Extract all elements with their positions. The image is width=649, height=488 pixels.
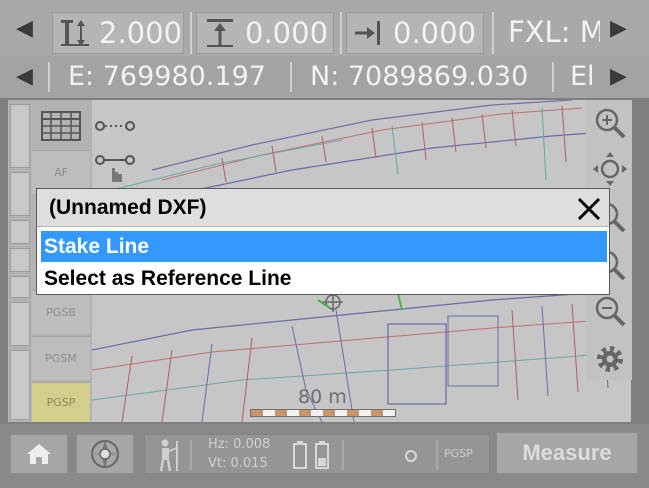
side-slot[interactable] [10, 248, 30, 272]
pgsb-button[interactable]: PGSB [32, 290, 90, 334]
dialog-header: (Unnamed DXF) [37, 189, 609, 227]
offset-value: 0.000 [245, 16, 329, 50]
divider [342, 440, 344, 470]
side-slot[interactable] [10, 104, 30, 168]
zoom-out-icon [595, 296, 626, 327]
pgsp-status: PGSP [444, 447, 473, 460]
zoom-extents-button[interactable] [588, 148, 632, 190]
battery-icon [293, 441, 329, 469]
pgsb-label: PGSB [46, 306, 76, 319]
hz-value: Hz: 0.008 [208, 437, 271, 452]
measure-label: Measure [522, 440, 612, 465]
pgsm-label: PGSM [45, 352, 77, 365]
side-slot[interactable] [10, 302, 30, 346]
zoom-extents-icon [593, 152, 627, 186]
compass-icon [91, 440, 119, 468]
chevron-right-icon[interactable]: ▶ [610, 66, 627, 88]
easting-value: E: 769980.197 [68, 61, 266, 92]
af-label: AF [54, 166, 68, 179]
grid-icon [41, 111, 81, 141]
vt-value: Vt: 0.015 [208, 456, 268, 471]
offset-field[interactable]: 0.000 [196, 12, 334, 54]
dxf-line-menu: (Unnamed DXF) Stake Line Select as Refer… [36, 188, 610, 295]
point-line-icon [95, 121, 135, 131]
point-line-button[interactable] [94, 112, 138, 140]
status-dot [405, 450, 417, 462]
home-button[interactable] [10, 434, 68, 474]
divider [436, 440, 438, 470]
select-line-button[interactable] [94, 148, 138, 188]
divider [190, 440, 192, 470]
home-icon [27, 444, 51, 464]
menu-item-select-reference-line[interactable]: Select as Reference Line [41, 263, 607, 294]
zoom-in-icon [595, 108, 626, 139]
divider [552, 62, 554, 92]
height-value: 2.000 [99, 16, 183, 50]
gear-icon [597, 346, 623, 372]
shift-icon [355, 21, 380, 45]
scale-label: 80 m [298, 386, 347, 408]
elevation-value: El [570, 61, 595, 92]
height-field[interactable]: 2.000 [52, 12, 184, 54]
surveyor-icon [159, 439, 178, 472]
offset-icon [207, 19, 233, 47]
compass-button[interactable] [76, 434, 134, 474]
measure-button[interactable]: Measure [496, 432, 638, 474]
divider [290, 62, 292, 92]
height-icon [61, 20, 89, 46]
side-slot[interactable] [10, 172, 30, 216]
dialog-title: (Unnamed DXF) [49, 196, 207, 219]
menu-item-stake-line[interactable]: Stake Line [41, 231, 607, 262]
settings-button[interactable] [588, 338, 632, 380]
side-slot[interactable] [10, 350, 30, 420]
divider [190, 12, 192, 54]
divider [340, 12, 342, 54]
northing-value: N: 7089869.030 [310, 61, 529, 92]
zoom-in-button[interactable] [588, 102, 632, 144]
pgsm-button[interactable]: PGSM [32, 336, 90, 380]
divider [492, 12, 494, 54]
close-icon[interactable] [577, 197, 601, 221]
side-slot[interactable] [10, 276, 30, 298]
chevron-left-icon[interactable]: ◀ [16, 66, 33, 88]
scale-bar [250, 409, 396, 417]
divider [48, 62, 50, 92]
pgsp-label: PGSP [46, 396, 76, 409]
chevron-right-icon[interactable]: ▶ [610, 18, 627, 40]
pgsp-button[interactable]: PGSP [32, 382, 90, 422]
side-slot[interactable] [10, 220, 30, 244]
chevron-left-icon[interactable]: ◀ [16, 18, 33, 40]
select-line-icon [95, 155, 135, 182]
fxl-label[interactable]: FXL: M [508, 15, 600, 49]
zoom-out-button[interactable] [588, 290, 632, 332]
shift-value: 0.000 [393, 16, 477, 50]
shift-field[interactable]: 0.000 [346, 12, 484, 54]
grid-button[interactable] [32, 104, 90, 148]
